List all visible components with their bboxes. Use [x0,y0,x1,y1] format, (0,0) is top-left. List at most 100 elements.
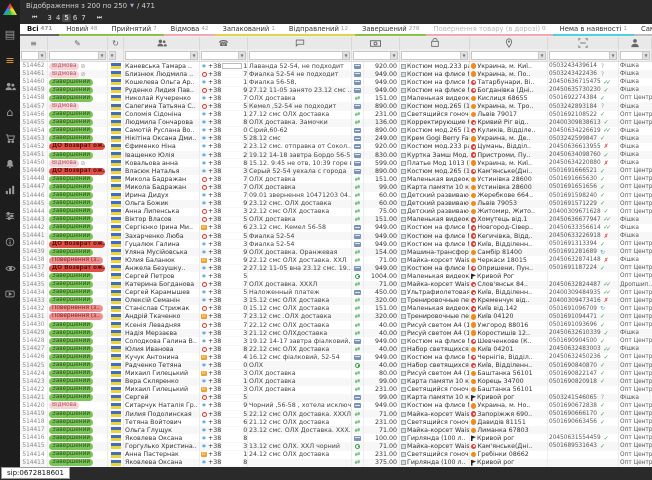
table-row[interactable]: 514452 ДО Возврат ож. Єфименко Ніна *+38… [20,143,652,151]
table-row[interactable]: 514432 Повернення (з.. Станіслав Стрижак… [20,305,652,313]
pager-page-button[interactable]: 6 [71,14,79,22]
pager-first-button[interactable]: ⏮ [30,14,38,22]
table-row[interactable]: 514413 Завершений Яковлева Оксана *+388 … [20,459,652,467]
filter-dropdown-button[interactable]: ▼ [643,51,650,60]
table-row[interactable]: 514457 Відмова Салегина Татьяна С.. +385… [20,102,652,110]
filter-input-phone[interactable] [201,51,239,60]
filter-dropdown-button[interactable]: ▼ [343,51,350,60]
bell-icon[interactable] [0,151,20,177]
app-logo[interactable] [3,3,17,15]
table-row[interactable]: 514451 Завершений Іващенко Юлія *+382 19… [20,151,652,159]
filter-dropdown-button[interactable]: ▼ [461,51,468,60]
sliders-icon[interactable] [0,203,20,229]
table-row[interactable]: 514415 Завершений Горгулько Христина.. *… [20,442,652,450]
table-row[interactable]: 514429 Завершений Надія Мерзаєва *+383 2… [20,329,652,337]
column-header-comment[interactable] [248,37,352,49]
table-row[interactable]: 514423 Завершений Вера Скляренко *+381 О… [20,378,652,386]
table-row[interactable]: 514443 Завершений Віктор Власов +385 ОЛХ… [20,216,652,224]
status-tab[interactable]: Відправлений12 [282,24,355,36]
table-row[interactable]: 514446 Завершений Ирина Дидух *+387 09.0… [20,192,652,200]
table-row[interactable]: 514417 Завершений Ольга Глущук *+380 23.… [20,426,652,434]
table-row[interactable]: 514424 Завершений Михаил Гилецький ic+38… [20,370,652,378]
table-row[interactable]: 514436 Завершений Сергей Петров *+385 10… [20,272,652,280]
filter-input-id[interactable] [21,51,39,60]
table-row[interactable]: 514438 Повернення (з.. Юлия Баланюк ic+3… [20,256,652,264]
filter-input-name[interactable] [125,51,191,60]
table-row[interactable]: 514459 Завершений Руденко Лидия Пав.. +3… [20,86,652,94]
table-row[interactable]: 514414 Завершений Анна Пастернак ic+381 … [20,451,652,459]
table-row[interactable]: 514421 Завершений Сергей +385 99.00 Карт… [20,394,652,402]
table-row[interactable]: 514454 Завершений Самотій Руслана Во.. *… [20,127,652,135]
table-row[interactable]: 514422 Завершений Михаил Гилецький ic+38… [20,386,652,394]
status-tab[interactable]: Новий48 [59,24,104,36]
table-row[interactable]: 514428 Завершений Солодкова Галина В.. *… [20,337,652,345]
table-row[interactable]: 514440 ДО Возврат ож. Гуцалюк Галина *+3… [20,240,652,248]
orders-list-icon[interactable]: ≡ [0,47,20,73]
column-header-flag[interactable]: ↻ [108,37,124,49]
warehouse-icon[interactable]: ⌂ [0,99,20,125]
filter-dropdown-button[interactable]: ▼ [109,51,116,60]
table-row[interactable]: 514433 Завершений Олексій Семанін *+383 … [20,297,652,305]
table-row[interactable]: 514461 Відмова⊘ Близнюк Людмила .. +387 … [20,70,652,78]
table-row[interactable]: 514444 Завершений Анна Липенська +383 22… [20,208,652,216]
filter-input-city[interactable] [471,51,539,60]
table-row[interactable]: 514418 Завершений Тетяна Войтович *+386 … [20,418,652,426]
filter-input-source[interactable] [620,51,643,60]
table-row[interactable]: 514458 Завершений Николай Кучеренко *+38… [20,94,652,102]
table-row[interactable]: 514445 Завершений Ольга Божик *+389 23.1… [20,200,652,208]
filter-input-price[interactable] [353,51,391,60]
status-tab[interactable]: Відмова42 [164,24,216,36]
table-row[interactable]: 514419 Завершений Лилия Подолинская +385… [20,410,652,418]
column-header-city[interactable] [470,37,548,49]
table-row[interactable]: 514462 Відмова⊘ Каневська Тамара .. *+38… [20,62,652,70]
status-tab[interactable]: Самовивіз2 [634,24,652,36]
filter-dropdown-button[interactable]: ▼ [39,51,46,60]
table-row[interactable]: 514420 Відмова Ситарчук Наталія Гр.. *+3… [20,402,652,410]
cart-icon[interactable] [0,125,20,151]
table-row[interactable]: 514439 Завершений Уляна Мусійовська *+38… [20,248,652,256]
table-row[interactable]: 514460 Завершений Кошелева Ольга Ар.. *+… [20,78,652,86]
column-header-status[interactable]: ✎ [48,37,108,49]
table-row[interactable]: 514456 Завершений Соломія Сідоніна *+381… [20,111,652,119]
table-row[interactable]: 514425 Завершений Радченко Тетяна *+380 … [20,361,652,369]
video-icon[interactable] [0,281,20,307]
table-row[interactable]: 514448 Завершений Микола Бадражан +387 О… [20,175,652,183]
eye-icon[interactable] [0,255,20,281]
info-icon[interactable] [0,229,20,255]
stats-icon[interactable] [0,177,20,203]
status-tab[interactable]: Всі471 [20,24,59,36]
filter-dropdown-button[interactable]: ▼ [239,51,246,60]
filter-dropdown-button[interactable]: ▼ [610,51,617,60]
customers-icon[interactable] [0,73,20,99]
table-row[interactable]: 514442 Завершений Сергієнко Ірина Ми.. i… [20,224,652,232]
column-header-name[interactable] [124,37,200,49]
table-row[interactable]: 514450 Відмова⊘ Ковальова анна *+388 15.… [20,159,652,167]
pager-page-button[interactable]: 3 [45,14,53,22]
filter-input-comment[interactable] [249,51,343,60]
column-header-tracking[interactable] [548,37,619,49]
table-row[interactable]: 514437 ДО Возврат ож. Анжела Безушку.. *… [20,264,652,272]
table-row[interactable]: 514434 Завершений Сергей Карамышев *+385… [20,289,652,297]
column-header-phone[interactable]: ☎ [200,37,248,49]
status-tab[interactable]: Повернення товару (в дорозі)0 [426,24,552,36]
table-row[interactable]: 514449 ДО Возврат ож. Власюк Наталья *+3… [20,167,652,175]
table-row[interactable]: 514435 Завершений Катерина Богданова +38… [20,281,652,289]
column-header-source[interactable] [619,37,652,49]
status-tab[interactable]: Завершений278 [355,24,426,36]
filter-dropdown-button[interactable]: ▼ [539,51,546,60]
table-row[interactable]: 514427 Завершений Юлия Иванова +388 22.1… [20,345,652,353]
status-tab[interactable]: Прийнятий7 [104,24,163,36]
table-row[interactable]: 514455 Завершений Людмила Гончарова *+38… [20,119,652,127]
filter-dropdown-button[interactable]: ▼ [391,51,398,60]
pager-page-button[interactable]: 5 [62,14,70,22]
filter-input-product[interactable] [401,51,461,60]
workspace-icon[interactable]: ▤ [0,21,20,47]
table-row[interactable]: 514426 Завершений Кучук Антонина ic+384 … [20,353,652,361]
table-row[interactable]: 514447 Завершений Микола Бадражан +387 О… [20,183,652,191]
filter-dropdown-button[interactable]: ▼ [99,51,106,60]
table-row[interactable]: 514416 Завершений Яковлева Оксана *+388 … [20,434,652,442]
table-row[interactable]: 514453 Завершений Нікітіна Оксана Дми.. … [20,135,652,143]
per-page-dropdown[interactable]: ▼ [130,3,134,9]
filter-dropdown-button[interactable]: ▼ [191,51,198,60]
status-tab[interactable]: Запакований1 [215,24,281,36]
